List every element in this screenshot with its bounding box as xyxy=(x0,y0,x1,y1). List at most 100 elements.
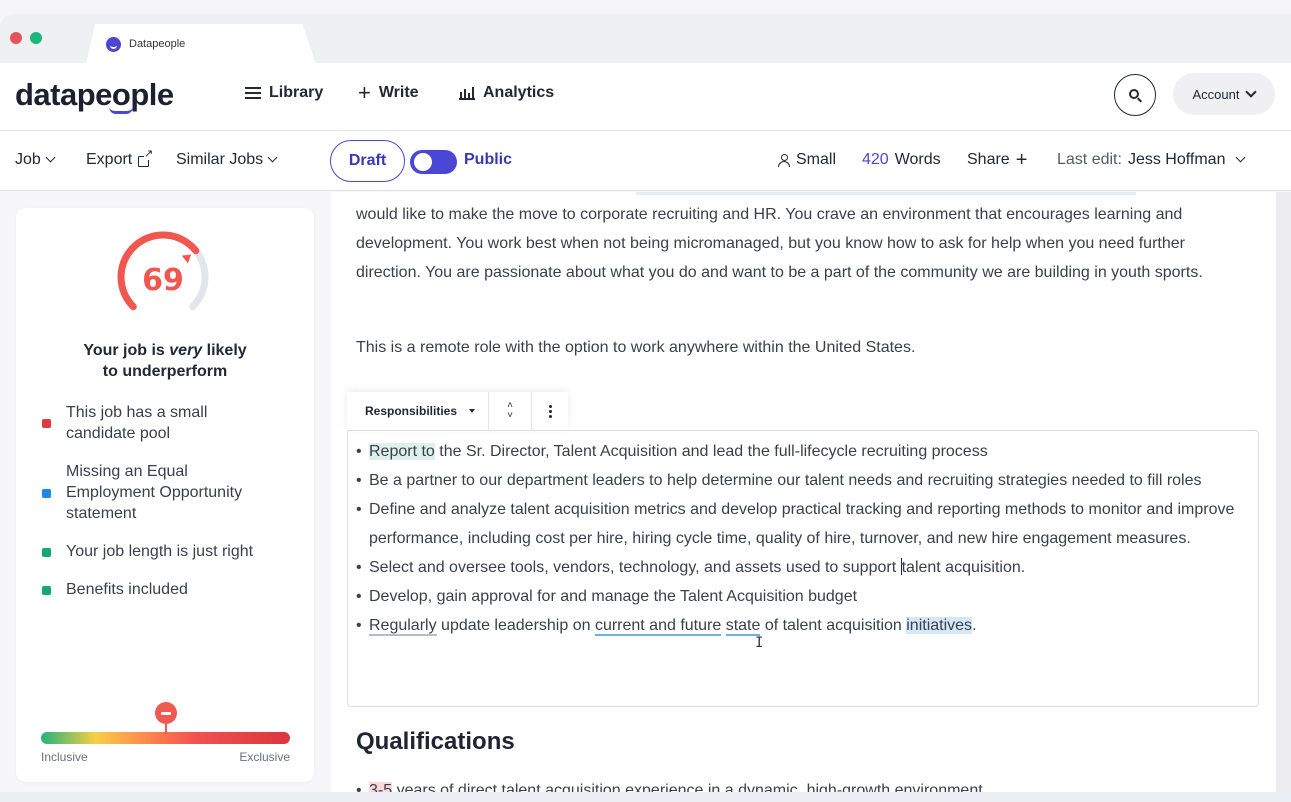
nav-library-label: Library xyxy=(269,84,324,101)
document-editor[interactable]: would like to make the move to corporate… xyxy=(331,192,1276,792)
factor-text: Benefits included xyxy=(66,581,188,598)
verdict-line2: to underperform xyxy=(102,363,228,380)
section-more-button[interactable] xyxy=(532,392,568,430)
share-label: Share xyxy=(967,151,1010,168)
nav-analytics[interactable]: Analytics xyxy=(459,84,554,102)
flagged-phrase[interactable]: state xyxy=(725,617,761,636)
score-card: 69 Your job is very likely to underperfo… xyxy=(16,208,314,782)
job-menu[interactable]: Job xyxy=(15,151,56,169)
qualifications-list: 3-5 years of direct talent acquisition e… xyxy=(356,776,1236,792)
bar-chart-icon xyxy=(459,86,475,100)
list-text: Define and analyze talent acquisition me… xyxy=(369,501,1235,547)
pool-size-label: Small xyxy=(796,151,837,168)
page-gutter xyxy=(1276,192,1291,792)
highlighted-phrase[interactable]: 3-5 xyxy=(369,782,393,792)
similar-jobs-menu[interactable]: Similar Jobs xyxy=(176,151,278,169)
list-item[interactable]: Define and analyze talent acquisition me… xyxy=(356,495,1236,553)
chevron-down-icon: ˅ xyxy=(507,410,513,421)
nav-write-label: Write xyxy=(378,84,419,101)
browser-tab[interactable]: Datapeople xyxy=(86,24,316,64)
status-dot-icon xyxy=(42,547,51,557)
last-edit-menu[interactable]: Last edit: Jess Hoffman xyxy=(1057,151,1246,169)
verdict-suffix: likely xyxy=(202,342,247,359)
list-text: of talent acquisition xyxy=(760,617,907,634)
highlighted-phrase[interactable]: Report to xyxy=(369,443,435,460)
caret-down-icon xyxy=(469,409,476,413)
list-text: . xyxy=(972,617,977,634)
datapeople-favicon-icon xyxy=(106,36,121,52)
window-maximize-button[interactable] xyxy=(30,32,42,44)
draft-button[interactable]: Draft xyxy=(330,140,405,182)
inclusivity-scale xyxy=(41,702,290,744)
search-icon xyxy=(1129,89,1139,99)
intro-paragraph[interactable]: would like to make the move to corporate… xyxy=(356,200,1226,287)
section-toolbar: Responsibilities ˄ ˅ xyxy=(347,392,568,430)
job-label: Job xyxy=(15,151,41,168)
list-item[interactable]: 3-5 years of direct talent acquisition e… xyxy=(356,776,1236,792)
similar-jobs-label: Similar Jobs xyxy=(176,151,264,168)
list-item[interactable]: Regularly update leadership on current a… xyxy=(356,611,1236,640)
word-count-number: 420 xyxy=(862,151,889,168)
list-text: update leadership on xyxy=(436,617,595,634)
list-item[interactable]: Report to the Sr. Director, Talent Acqui… xyxy=(356,437,1236,466)
account-menu-button[interactable]: Account xyxy=(1173,73,1275,115)
window-close-button[interactable] xyxy=(10,32,22,44)
list-text: talent acquisition. xyxy=(901,559,1026,576)
last-edit-user: Jess Hoffman xyxy=(1127,151,1226,168)
plus-icon: + xyxy=(1015,149,1028,171)
responsibilities-section[interactable]: Report to the Sr. Director, Talent Acqui… xyxy=(347,430,1259,707)
logo-smile-icon xyxy=(109,107,133,114)
list-item[interactable]: Develop, gain approval for and manage th… xyxy=(356,582,1236,611)
factor-item[interactable]: This job has a small candidate pool xyxy=(40,402,300,444)
flagged-phrase[interactable]: current and future xyxy=(594,617,722,636)
public-toggle[interactable] xyxy=(410,150,457,174)
nav-write[interactable]: + Write xyxy=(358,82,419,104)
qualifications-heading[interactable]: Qualifications xyxy=(356,728,515,756)
candidate-pool-size[interactable]: Small xyxy=(778,151,836,169)
status-dot-icon xyxy=(42,488,51,498)
list-item[interactable]: Select and oversee tools, vendors, techn… xyxy=(356,553,1236,582)
factor-item[interactable]: Benefits included xyxy=(40,579,300,600)
list-text: years of direct talent acquisition exper… xyxy=(392,782,983,792)
chevron-down-icon xyxy=(45,152,56,163)
bottom-edge xyxy=(0,792,1291,802)
search-button[interactable] xyxy=(1114,74,1156,116)
export-button[interactable]: Export xyxy=(86,148,154,169)
nav-library[interactable]: Library xyxy=(245,84,323,102)
more-dot-icon xyxy=(548,414,552,418)
more-dot-icon xyxy=(548,404,552,408)
list-item[interactable]: Be a partner to our department leaders t… xyxy=(356,466,1236,495)
nav-analytics-label: Analytics xyxy=(483,84,555,101)
last-edit-label: Last edit: xyxy=(1057,151,1122,168)
factor-item[interactable]: Missing an Equal Employment Opportunity … xyxy=(40,461,300,524)
remote-paragraph[interactable]: This is a remote role with the option to… xyxy=(356,333,1226,362)
chevron-down-icon xyxy=(267,152,278,163)
export-label: Export xyxy=(86,151,133,168)
factor-item[interactable]: Your job length is just right xyxy=(40,541,300,562)
logo[interactable]: datapeople xyxy=(15,77,174,113)
public-label[interactable]: Public xyxy=(464,151,512,169)
external-link-icon xyxy=(138,148,154,167)
move-section-button[interactable]: ˄ ˅ xyxy=(489,392,532,430)
section-type-label: Responsibilities xyxy=(365,404,458,418)
browser-chrome: Datapeople xyxy=(0,14,1291,64)
more-dot-icon xyxy=(548,409,552,413)
score-value: 69 xyxy=(142,263,184,298)
list-text: Select and oversee tools, vendors, techn… xyxy=(369,559,901,576)
account-label: Account xyxy=(1192,86,1240,102)
chevron-down-icon xyxy=(1245,85,1258,98)
highlighted-phrase[interactable]: initiatives xyxy=(906,617,973,634)
word-count[interactable]: 420 Words xyxy=(862,151,941,169)
responsibilities-list: Report to the Sr. Director, Talent Acqui… xyxy=(356,437,1236,640)
menu-icon xyxy=(245,87,261,99)
factor-text: Missing an Equal Employment Opportunity … xyxy=(66,463,243,522)
ibeam-cursor-icon: I xyxy=(755,635,764,651)
factor-text: Your job length is just right xyxy=(66,543,254,560)
words-label: Words xyxy=(894,151,941,168)
highlight-fragment xyxy=(636,192,1136,195)
flagged-phrase[interactable]: Regularly xyxy=(369,617,437,636)
section-type-select[interactable]: Responsibilities xyxy=(347,392,489,430)
share-button[interactable]: Share + xyxy=(967,149,1028,171)
tab-title: Datapeople xyxy=(129,38,186,50)
document-toolbar: Job Export Similar Jobs Draft Public Sma… xyxy=(0,131,1291,191)
